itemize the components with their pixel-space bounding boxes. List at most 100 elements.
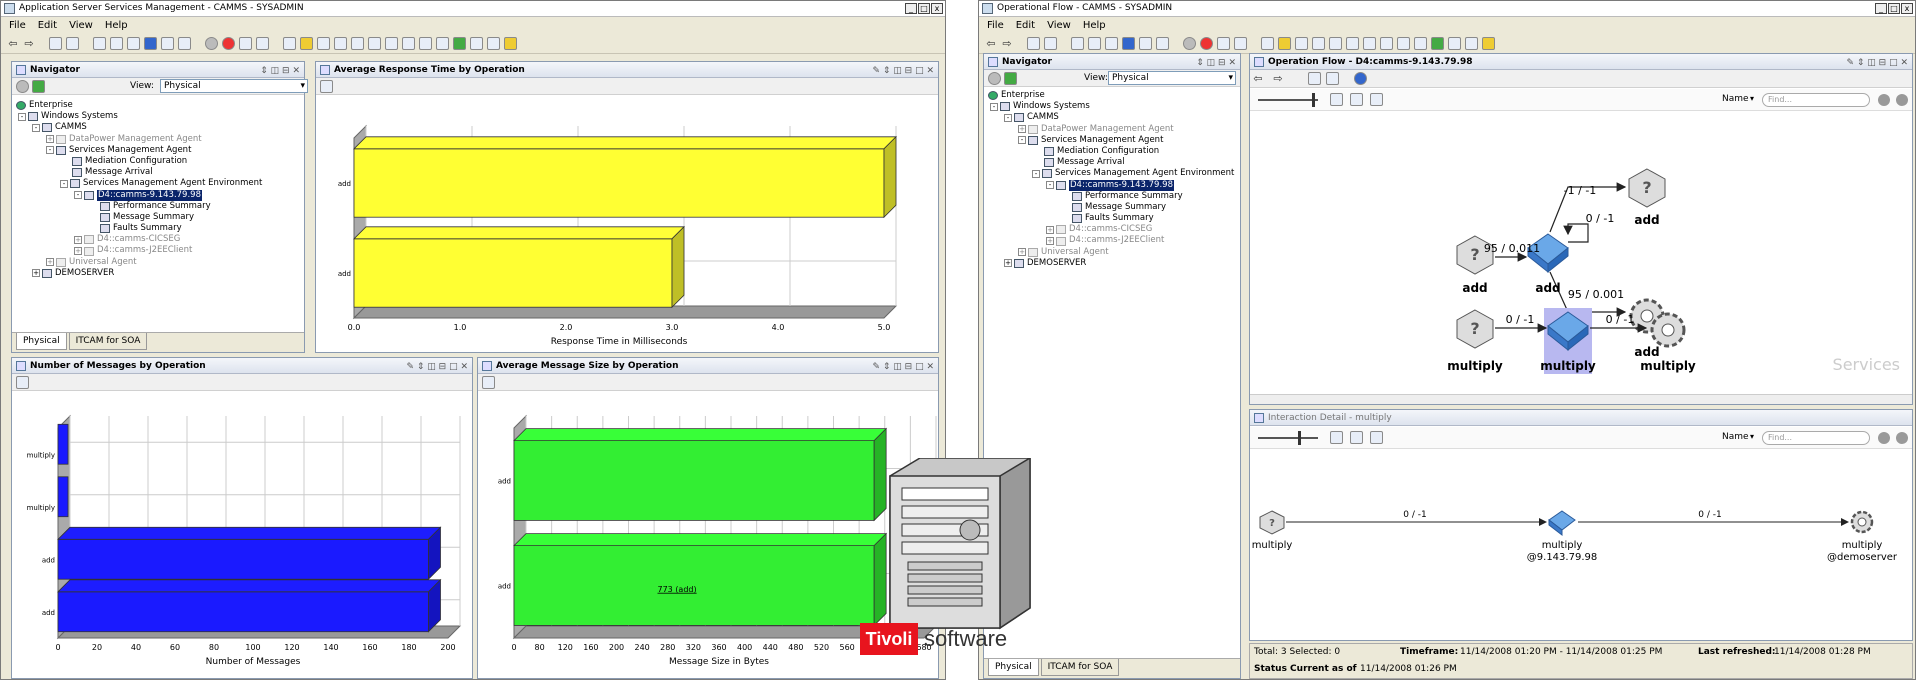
tree-item[interactable]: + Universal Agent	[16, 257, 262, 268]
forward-icon[interactable]: ⇨	[1001, 37, 1013, 50]
zoom-slider[interactable]	[1258, 99, 1318, 101]
sync-icon[interactable]	[16, 80, 29, 93]
back-icon[interactable]: ⇦	[1252, 72, 1264, 85]
tree-item[interactable]: Mediation Configuration	[988, 146, 1234, 157]
zoom-handle[interactable]	[1312, 93, 1315, 107]
menu-file[interactable]: File	[987, 18, 1004, 33]
minimize-button[interactable]: _	[1875, 3, 1887, 14]
name-dropdown-icon[interactable]: ▾	[1750, 432, 1754, 441]
find-next-button[interactable]	[1878, 94, 1890, 106]
tree-item[interactable]: Message Summary	[988, 202, 1234, 213]
close-button[interactable]: x	[1901, 3, 1913, 14]
properties-icon[interactable]	[110, 37, 123, 50]
tree-item[interactable]: - Services Management Agent Environment	[988, 168, 1234, 179]
find-clear-button[interactable]	[1896, 432, 1908, 444]
minimize-button[interactable]: _	[905, 3, 917, 14]
tree-item[interactable]: Enterprise	[16, 100, 262, 111]
tree-item[interactable]: + D4::camms-CICSEG	[988, 224, 1234, 235]
diamond-node-icon[interactable]	[1548, 510, 1576, 537]
stop-icon[interactable]	[205, 37, 218, 50]
tree-item[interactable]: - Services Management Agent	[16, 145, 262, 156]
tree-item[interactable]: + D4::camms-CICSEG	[16, 234, 262, 245]
sync-icon[interactable]	[988, 72, 1001, 85]
tree-item[interactable]: Enterprise	[988, 90, 1234, 101]
refresh-icon[interactable]	[1308, 72, 1321, 85]
tab-itcam-for-soa[interactable]: ITCAM for SOA	[1040, 659, 1120, 676]
plot-chart-icon[interactable]	[1312, 37, 1325, 50]
close-button[interactable]: x	[931, 3, 943, 14]
refresh-icon[interactable]	[1217, 37, 1230, 50]
fit-icon[interactable]	[1330, 93, 1343, 106]
back-icon[interactable]: ⇦	[985, 37, 997, 50]
save-icon[interactable]	[66, 37, 79, 50]
info-icon[interactable]	[1354, 72, 1367, 85]
tree-item[interactable]: Message Summary	[16, 212, 262, 223]
tree-item[interactable]: Faults Summary	[16, 223, 262, 234]
gear-node-icon[interactable]	[1650, 312, 1686, 348]
browser-icon[interactable]	[504, 37, 517, 50]
panel-controls[interactable]: ⇕ ◫ ⊟ ✕	[1196, 55, 1236, 69]
chart-properties-icon[interactable]	[16, 376, 29, 389]
tree-item[interactable]: + D4::camms-J2EEClient	[16, 245, 262, 256]
history-icon[interactable]	[1156, 37, 1169, 50]
situation-icon[interactable]	[144, 37, 157, 50]
alert-icon[interactable]	[1200, 37, 1213, 50]
bar-chart-icon[interactable]	[1295, 37, 1308, 50]
flow-hscroll[interactable]	[1250, 394, 1912, 404]
question-node-icon[interactable]: ?	[1628, 168, 1666, 208]
layout-icon[interactable]	[1350, 431, 1363, 444]
menu-view[interactable]: View	[1047, 18, 1071, 33]
comment-icon[interactable]	[1414, 37, 1427, 50]
menu-help[interactable]: Help	[105, 18, 128, 33]
question-node-icon[interactable]: ?	[1456, 309, 1494, 349]
chart-properties-icon[interactable]	[320, 80, 333, 93]
tree-item[interactable]: Message Arrival	[16, 167, 262, 178]
maximize-button[interactable]: □	[1888, 3, 1900, 14]
menu-view[interactable]: View	[69, 18, 93, 33]
find-next-button[interactable]	[1878, 432, 1890, 444]
tree-item[interactable]: - Services Management Agent	[988, 135, 1234, 146]
workspace-icon[interactable]	[1027, 37, 1040, 50]
back-icon[interactable]: ⇦	[7, 37, 19, 50]
tree-item[interactable]: + Universal Agent	[988, 247, 1234, 258]
menu-edit[interactable]: Edit	[1016, 18, 1035, 33]
tree-item[interactable]: + DataPower Management Agent	[988, 124, 1234, 135]
view-icon[interactable]	[1071, 37, 1084, 50]
find-clear-button[interactable]	[1896, 94, 1908, 106]
tab-physical[interactable]: Physical	[16, 333, 67, 350]
zoom-slider[interactable]	[1258, 437, 1318, 439]
history-icon[interactable]	[178, 37, 191, 50]
maximize-button[interactable]: □	[918, 3, 930, 14]
gear-node-icon[interactable]	[1850, 510, 1874, 534]
tab-itcam-for-soa[interactable]: ITCAM for SOA	[68, 333, 148, 350]
tree-item[interactable]: - Windows Systems	[988, 101, 1234, 112]
panel-controls[interactable]: ✎ ⇕ ◫ ⊟ □ ✕	[407, 359, 468, 373]
tree-item[interactable]: - CAMMS	[16, 122, 262, 133]
refresh-icon[interactable]	[239, 37, 252, 50]
panel-controls[interactable]: ⇕ ◫ ⊟ ✕	[260, 63, 300, 77]
globe-icon[interactable]	[1431, 37, 1444, 50]
find-input[interactable]: Find...	[1762, 93, 1870, 107]
pie-chart-icon[interactable]	[300, 37, 313, 50]
view-select[interactable]: Physical	[1108, 71, 1236, 85]
view-icon[interactable]	[93, 37, 106, 50]
image-icon[interactable]	[351, 37, 364, 50]
event-icon[interactable]	[1397, 37, 1410, 50]
grid-icon[interactable]	[1370, 93, 1383, 106]
browser-icon[interactable]	[1482, 37, 1495, 50]
tree-item[interactable]: - Services Management Agent Environment	[16, 178, 262, 189]
tree-item[interactable]: Performance Summary	[16, 201, 262, 212]
tree-item-selected[interactable]: - D4::camms-9.143.79.98	[988, 179, 1234, 191]
zoom-handle[interactable]	[1298, 431, 1301, 445]
speaker-icon[interactable]	[256, 37, 269, 50]
notepad-icon[interactable]	[1380, 37, 1393, 50]
plot-chart-icon[interactable]	[334, 37, 347, 50]
event-icon[interactable]	[419, 37, 432, 50]
gauge-icon[interactable]	[470, 37, 483, 50]
speaker-icon[interactable]	[1234, 37, 1247, 50]
menu-file[interactable]: File	[9, 18, 26, 33]
bar-chart-icon[interactable]	[317, 37, 330, 50]
workspace-icon[interactable]	[49, 37, 62, 50]
tab-physical[interactable]: Physical	[988, 659, 1039, 676]
name-dropdown-icon[interactable]: ▾	[1750, 94, 1754, 103]
